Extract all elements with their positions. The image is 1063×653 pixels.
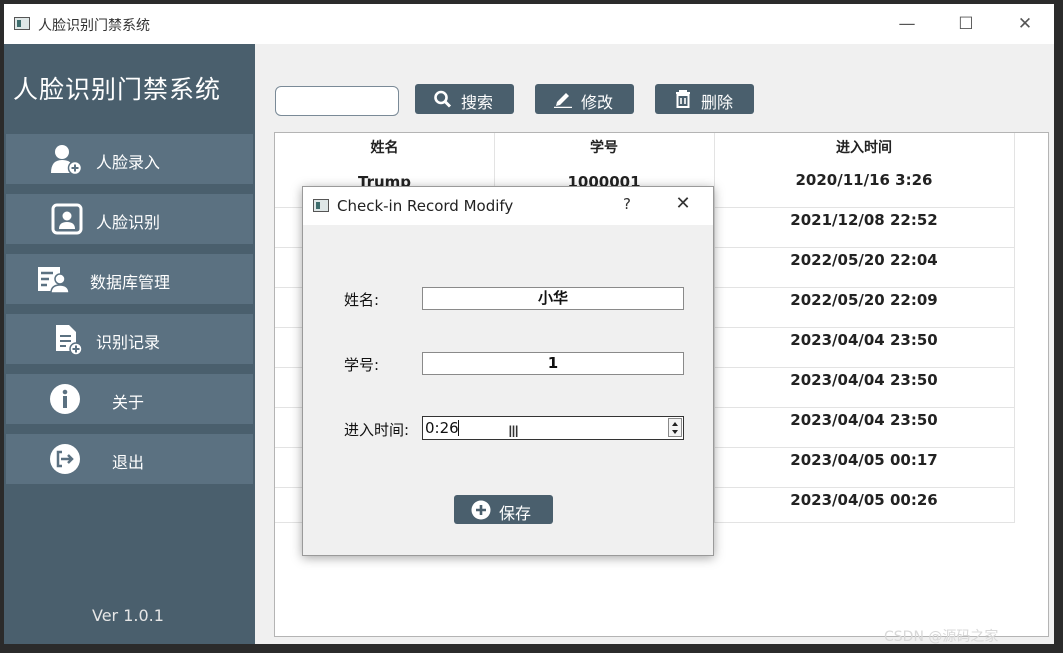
watermark: CSDN @源码之家 bbox=[884, 629, 999, 645]
ibeam-cursor-icon: Ⅲ bbox=[508, 422, 520, 441]
dialog-title: Check-in Record Modify bbox=[337, 197, 514, 215]
table-cell-time[interactable]: 2023/04/04 23:50 bbox=[714, 331, 1014, 349]
sidebar: 人脸识别门禁系统 人脸录入 人脸识别 数据库管理 识别记录 关于 退出 Ver … bbox=[4, 44, 255, 644]
info-icon bbox=[50, 384, 80, 414]
record-add-icon bbox=[56, 325, 83, 355]
table-cell-time[interactable]: 2021/12/08 22:52 bbox=[714, 211, 1014, 229]
nav-label: 数据库管理 bbox=[90, 273, 171, 292]
nav-exit[interactable]: 退出 bbox=[6, 434, 253, 484]
minimize-button[interactable]: — bbox=[892, 12, 922, 36]
time-spinner[interactable] bbox=[668, 418, 682, 437]
search-button[interactable]: 搜索 bbox=[415, 84, 514, 114]
delete-button-label: 删除 bbox=[701, 93, 734, 112]
nav-face-recognize[interactable]: 人脸识别 bbox=[6, 194, 253, 244]
column-divider bbox=[1014, 133, 1015, 523]
database-user-icon bbox=[38, 267, 70, 294]
column-header-name[interactable]: 姓名 bbox=[275, 133, 494, 163]
table-cell-time[interactable]: 2020/11/16 3:26 bbox=[714, 171, 1014, 189]
nav-database[interactable]: 数据库管理 bbox=[6, 254, 253, 304]
table-cell-time[interactable]: 2022/05/20 22:09 bbox=[714, 291, 1014, 309]
edit-button-label: 修改 bbox=[581, 93, 614, 112]
nav-about[interactable]: 关于 bbox=[6, 374, 253, 424]
search-input[interactable] bbox=[275, 86, 399, 116]
table-cell-time[interactable]: 2023/04/05 00:26 bbox=[714, 491, 1014, 509]
nav-label: 人脸录入 bbox=[96, 153, 161, 172]
time-edit-field[interactable]: 0:26 bbox=[422, 416, 684, 440]
column-header-id[interactable]: 学号 bbox=[494, 133, 714, 163]
logout-icon bbox=[50, 444, 80, 474]
nav-label: 关于 bbox=[112, 393, 145, 412]
save-button[interactable]: 保存 bbox=[454, 495, 553, 524]
nav-label: 退出 bbox=[112, 453, 145, 472]
nav-face-enroll[interactable]: 人脸录入 bbox=[6, 134, 253, 184]
help-button[interactable]: ? bbox=[619, 195, 635, 213]
search-button-label: 搜索 bbox=[461, 93, 494, 112]
nav-label: 识别记录 bbox=[96, 333, 161, 352]
spin-up-icon[interactable] bbox=[672, 422, 678, 426]
id-field[interactable]: 1 bbox=[422, 352, 684, 375]
name-field[interactable]: 小华 bbox=[422, 287, 684, 310]
trash-icon bbox=[676, 90, 690, 108]
id-label: 学号: bbox=[344, 356, 380, 374]
table-cell-time[interactable]: 2023/04/05 00:17 bbox=[714, 451, 1014, 469]
time-value: 0:26 bbox=[425, 419, 459, 437]
user-add-icon bbox=[51, 145, 83, 175]
dialog-title-bar: Check-in Record Modify ? ✕ bbox=[303, 187, 713, 225]
text-caret bbox=[458, 420, 459, 436]
spin-down-icon[interactable] bbox=[672, 430, 678, 434]
edit-button[interactable]: 修改 bbox=[535, 84, 634, 114]
app-icon bbox=[14, 17, 30, 30]
name-label: 姓名: bbox=[344, 291, 380, 309]
title-bar: 人脸识别门禁系统 — ☐ ✕ bbox=[4, 4, 1054, 44]
plus-circle-icon bbox=[471, 500, 491, 520]
delete-button[interactable]: 删除 bbox=[655, 84, 754, 114]
system-title: 人脸识别门禁系统 bbox=[13, 75, 222, 104]
search-icon bbox=[434, 90, 452, 108]
face-scan-icon bbox=[51, 203, 83, 235]
close-button[interactable]: ✕ bbox=[1010, 12, 1040, 36]
edit-icon bbox=[554, 93, 572, 108]
nav-label: 人脸识别 bbox=[96, 213, 161, 232]
dialog-app-icon bbox=[313, 199, 329, 212]
dialog-close-button[interactable]: ✕ bbox=[673, 193, 693, 214]
table-cell-time[interactable]: 2023/04/04 23:50 bbox=[714, 371, 1014, 389]
window-title: 人脸识别门禁系统 bbox=[38, 18, 150, 34]
version-label: Ver 1.0.1 bbox=[92, 606, 164, 625]
time-label: 进入时间: bbox=[344, 421, 410, 439]
column-header-time[interactable]: 进入时间 bbox=[714, 133, 1014, 163]
modify-dialog: Check-in Record Modify ? ✕ 姓名: 小华 学号: 1 … bbox=[302, 186, 714, 556]
maximize-button[interactable]: ☐ bbox=[951, 12, 981, 36]
table-cell-time[interactable]: 2023/04/04 23:50 bbox=[714, 411, 1014, 429]
save-button-label: 保存 bbox=[499, 504, 532, 523]
nav-records[interactable]: 识别记录 bbox=[6, 314, 253, 364]
table-cell-time[interactable]: 2022/05/20 22:04 bbox=[714, 251, 1014, 269]
